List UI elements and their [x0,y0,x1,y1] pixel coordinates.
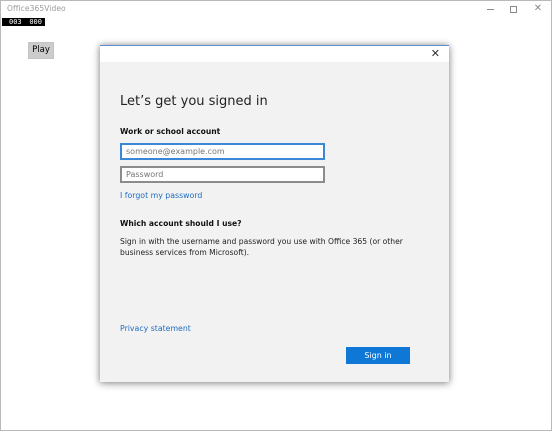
privacy-statement-link[interactable]: Privacy statement [120,324,191,333]
titlebar: Office365Video ✕ [1,1,551,17]
dialog-header: ✕ [100,45,449,62]
frame-counter: 003 000 [2,18,45,26]
which-account-heading: Which account should I use? [120,219,242,228]
sign-in-button[interactable]: Sign in [346,347,410,364]
account-label: Work or school account [120,127,221,136]
password-field[interactable] [120,166,325,183]
email-field[interactable] [120,143,325,160]
which-account-text: Sign in with the username and password y… [120,237,403,257]
sign-in-dialog: ✕ Let’s get you signed in Work or school… [100,45,449,382]
counter-right: 000 [29,18,42,26]
close-icon[interactable]: ✕ [529,3,547,15]
play-button[interactable]: Play [28,42,54,59]
minimize-icon[interactable] [481,3,499,15]
dialog-title: Let’s get you signed in [120,94,268,109]
dialog-close-icon[interactable]: ✕ [431,48,440,60]
forgot-password-link[interactable]: I forgot my password [120,191,202,200]
counter-left: 003 [9,18,22,26]
app-title: Office365Video [7,4,66,13]
maximize-icon[interactable] [504,3,522,15]
